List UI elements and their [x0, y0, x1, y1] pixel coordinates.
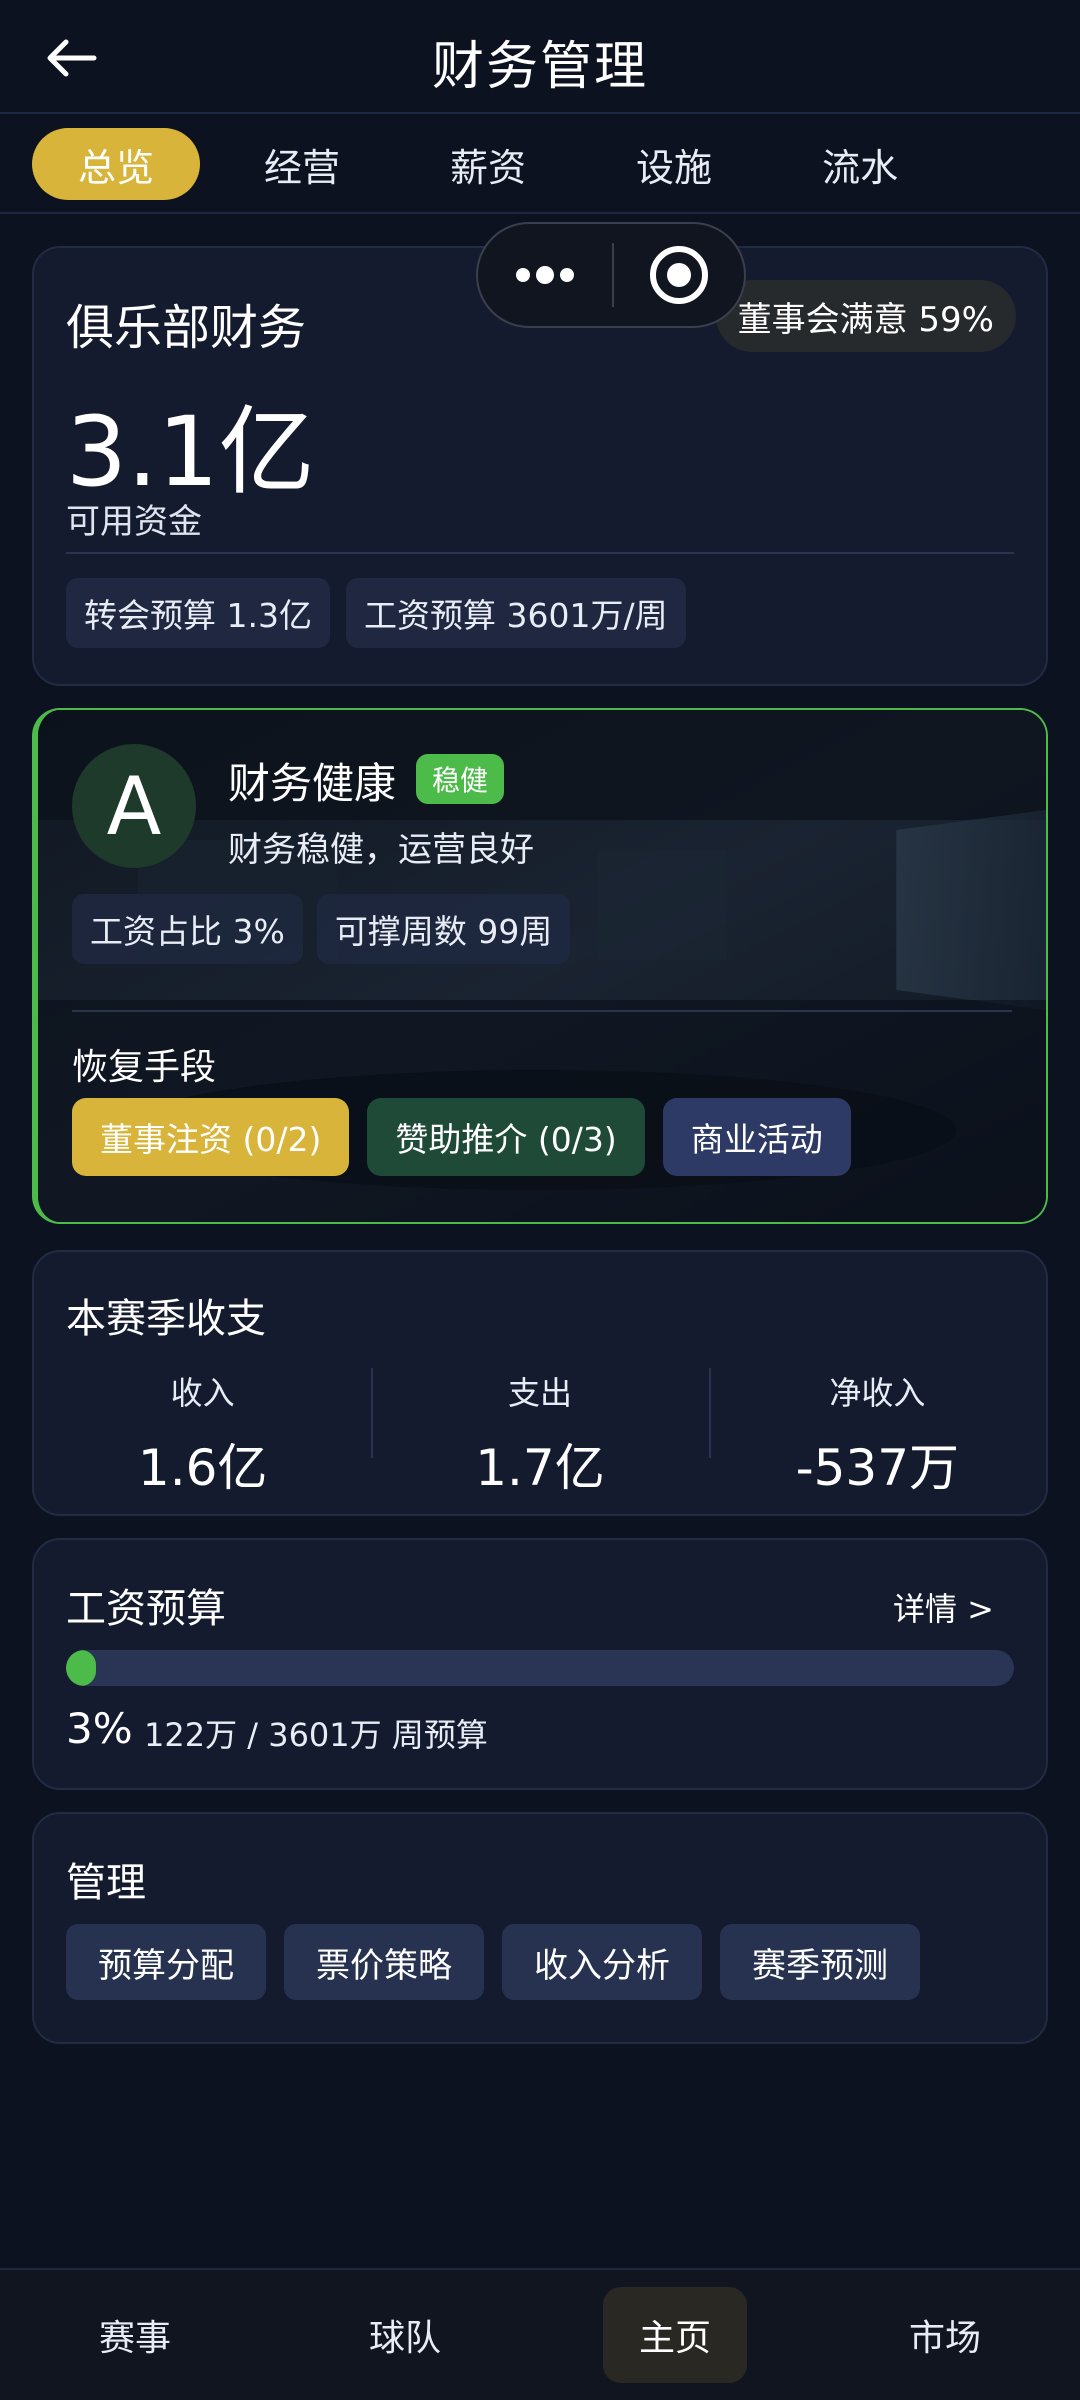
income-label: 收入 [170, 1374, 235, 1412]
nav-home[interactable]: 主页 [603, 2287, 747, 2383]
income-column: 收入 1.6亿 [34, 1368, 371, 1500]
net-income-column: 净收入 -537万 [708, 1368, 1046, 1500]
net-income-value: -537万 [795, 1439, 960, 1497]
tab-facilities[interactable]: 设施 [590, 128, 758, 200]
financial-health-card: A 财务健康 稳健 财务稳健，运营良好 工资占比 3% 可撑周数 99周 恢复手… [32, 708, 1048, 1224]
wage-usage-info: 122万 / 3601万 周预算 [144, 1716, 488, 1754]
income-value: 1.6亿 [137, 1439, 268, 1497]
available-funds-label: 可用资金 [66, 502, 202, 542]
nav-market[interactable]: 市场 [873, 2287, 1017, 2383]
wage-budget-card: 工资预算 详情 > 3% 122万 / 3601万 周预算 [32, 1538, 1048, 1790]
management-card: 管理 预算分配 票价策略 收入分析 赛季预测 [32, 1812, 1048, 2044]
health-description: 财务稳健，运营良好 [228, 830, 534, 870]
health-title: 财务健康 [228, 759, 397, 808]
header: 财务管理 [0, 0, 1080, 114]
wage-ratio-chip: 工资占比 3% [72, 894, 303, 964]
recovery-label: 恢复手段 [72, 1047, 217, 1088]
commercial-activity-button[interactable]: 商业活动 [662, 1098, 851, 1176]
management-title: 管理 [66, 1860, 146, 1906]
wage-budget-chip: 工资预算 3601万/周 [345, 578, 686, 648]
more-dots-icon [516, 266, 574, 284]
budget-allocation-button[interactable]: 预算分配 [66, 1924, 266, 2000]
bottom-nav: 赛事 球队 主页 市场 [0, 2268, 1080, 2400]
page-title: 财务管理 [431, 37, 648, 97]
tab-overview[interactable]: 总览 [32, 128, 201, 200]
divider [66, 552, 1014, 554]
expense-column: 支出 1.7亿 [371, 1368, 708, 1500]
season-balance-title: 本赛季收支 [66, 1296, 266, 1342]
nav-team[interactable]: 球队 [333, 2287, 477, 2383]
status-badge: 稳健 [416, 754, 505, 804]
board-invest-button[interactable]: 董事注资 (0/2) [72, 1098, 350, 1176]
tab-operations[interactable]: 经营 [218, 128, 386, 200]
income-analysis-button[interactable]: 收入分析 [502, 1924, 702, 2000]
weeks-sustain-chip: 可撑周数 99周 [316, 894, 571, 964]
available-funds-value: 3.1亿 [66, 396, 315, 508]
season-forecast-button[interactable]: 赛季预测 [720, 1924, 920, 2000]
nav-matches[interactable]: 赛事 [63, 2287, 207, 2383]
net-income-label: 净收入 [829, 1374, 926, 1412]
transfer-budget-chip: 转会预算 1.3亿 [66, 578, 330, 648]
expense-value: 1.7亿 [475, 1439, 605, 1497]
wage-progress-bar [66, 1650, 1014, 1686]
health-grade-circle: A [72, 744, 196, 868]
wage-progress-fill [66, 1650, 96, 1686]
board-satisfaction-badge: 董事会满意 59% [715, 280, 1016, 352]
tab-salary[interactable]: 薪资 [404, 128, 572, 200]
wage-percent: 3% [66, 1704, 133, 1753]
wage-budget-title: 工资预算 [66, 1586, 226, 1632]
more-button[interactable] [478, 263, 612, 287]
tab-transactions[interactable]: 流水 [776, 128, 944, 200]
club-finance-title: 俱乐部财务 [66, 300, 307, 356]
target-circle-icon [650, 246, 708, 304]
wage-details-link[interactable]: 详情 > [893, 1584, 994, 1630]
ticket-pricing-button[interactable]: 票价策略 [284, 1924, 484, 2000]
tab-bar: 总览 经营 薪资 设施 流水 [0, 116, 1080, 214]
divider [72, 1010, 1012, 1012]
miniprogram-capsule [476, 222, 746, 328]
sponsor-pitch-button[interactable]: 赞助推介 (0/3) [367, 1098, 645, 1176]
season-balance-card: 本赛季收支 收入 1.6亿 支出 1.7亿 净收入 -537万 [32, 1250, 1048, 1516]
close-miniprogram-button[interactable] [614, 244, 744, 306]
expense-label: 支出 [507, 1374, 572, 1412]
